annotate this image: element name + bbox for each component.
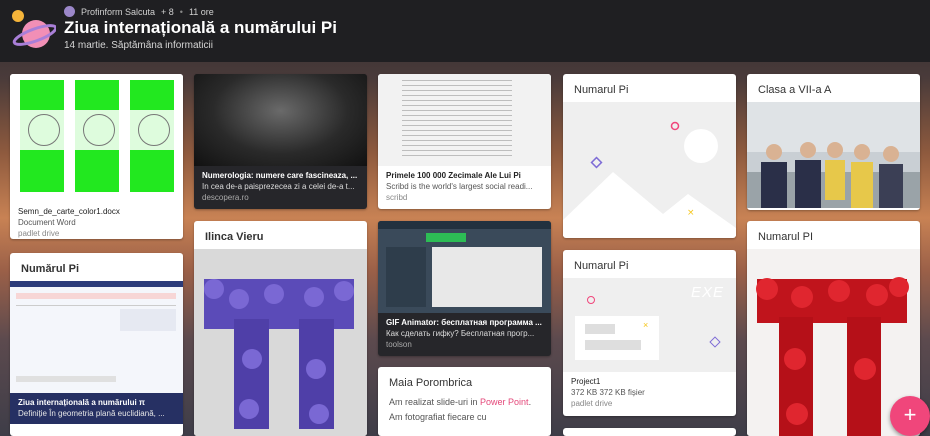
exe-label: EXE [690,284,724,301]
link-source: scribd [386,193,408,202]
separator: • [179,6,183,17]
card-numarul-pi-exe[interactable]: Numarul Pi EXE × Project1 372 KB 372 KB … [563,250,736,416]
attachment-desc: 372 KB 372 KB fișier [571,388,645,397]
attachment-source: padlet drive [18,229,60,238]
class-photo-image [747,102,920,208]
card-zecimale[interactable]: Primele 100 000 Zecimale Ale Lui Pi Scri… [378,74,551,209]
saturn-logo-icon [12,10,56,48]
image-placeholder-icon: × [563,102,736,236]
attachment-title: Project1 [571,377,601,386]
timestamp: 11 ore [188,6,214,17]
author-avatar[interactable] [64,6,75,17]
file-placeholder: EXE × [563,278,736,372]
add-post-button[interactable]: + [890,396,930,436]
author-name[interactable]: Profinform Salcuta [81,7,155,17]
link-title: Primele 100 000 Zecimale Ale Lui Pi [386,171,521,180]
page-title: Ziua internațională a numărului Pi [64,18,337,37]
link-title: GIF Animator: бесплатная программа ... [386,318,542,327]
attachment-source: padlet drive [571,399,613,408]
flower-pi-image [194,249,367,436]
post-meta: Profinform Salcuta + 8 • 11 ore [64,6,214,17]
card-docx[interactable]: Semn_de_carte_color1.docx Document Word … [10,74,183,239]
card-numerologia[interactable]: Numerologia: numere care fascineaza, ...… [194,74,367,209]
page-subtitle: 14 martie. Săptămâna informaticii [64,40,213,51]
card-maia-porombrica[interactable]: Maia Porombrica Am realizat slide-uri in… [378,367,551,436]
card-heading: Maia Porombrica [389,377,473,389]
docx-preview [10,74,183,202]
link-desc: Definiție În geometria plană euclidiană,… [18,409,165,418]
app-preview [378,221,551,313]
card-heading: Numărul Pi [21,263,80,275]
card-partial[interactable] [563,428,736,436]
card-heading: Clasa a VII-a A [758,84,832,96]
card-clasa-vii-a[interactable]: Clasa a VII-a A [747,74,920,210]
attachment-desc: Document Word [18,218,76,227]
webpage-preview [10,281,183,393]
card-numarul-pi-article[interactable]: Numărul Pi Ziua internațională a numărul… [10,253,183,436]
card-numarul-pi-1[interactable]: Numarul Pi × [563,74,736,238]
card-ilinca-vieru[interactable]: Ilinca Vieru [194,221,367,436]
top-bar: Profinform Salcuta + 8 • 11 ore Ziua int… [0,0,930,62]
card-body: Am realizat slide-uri in Power Point. Am… [378,395,551,425]
card-heading: Numarul PI [758,231,814,243]
face-image [194,74,367,166]
link-desc: Как сделать гифку? Бесплатная прогр... [386,329,535,338]
powerpoint-link[interactable]: Power Point [480,397,529,407]
digits-preview [378,74,551,166]
attachment-title: Semn_de_carte_color1.docx [18,207,120,216]
card-heading: Numarul Pi [574,84,629,96]
link-desc: In cea de-a paisprezecea zi a celei de-a… [202,182,355,191]
body-text: Am realizat slide-uri in [389,397,481,407]
card-heading: Ilinca Vieru [205,231,264,243]
link-source: descopera.ro [202,193,249,202]
link-source: toolson [386,340,412,349]
card-heading: Numarul Pi [574,260,629,272]
link-title: Ziua internațională a numărului π [18,398,146,407]
likes-count[interactable]: + 8 [161,7,174,17]
link-desc: Scribd is the world's largest social rea… [386,182,533,191]
link-title: Numerologia: numere care fascineaza, ... [202,171,358,180]
svg-text:×: × [687,208,695,218]
card-gif-animator[interactable]: GIF Animator: бесплатная программа ... К… [378,221,551,356]
